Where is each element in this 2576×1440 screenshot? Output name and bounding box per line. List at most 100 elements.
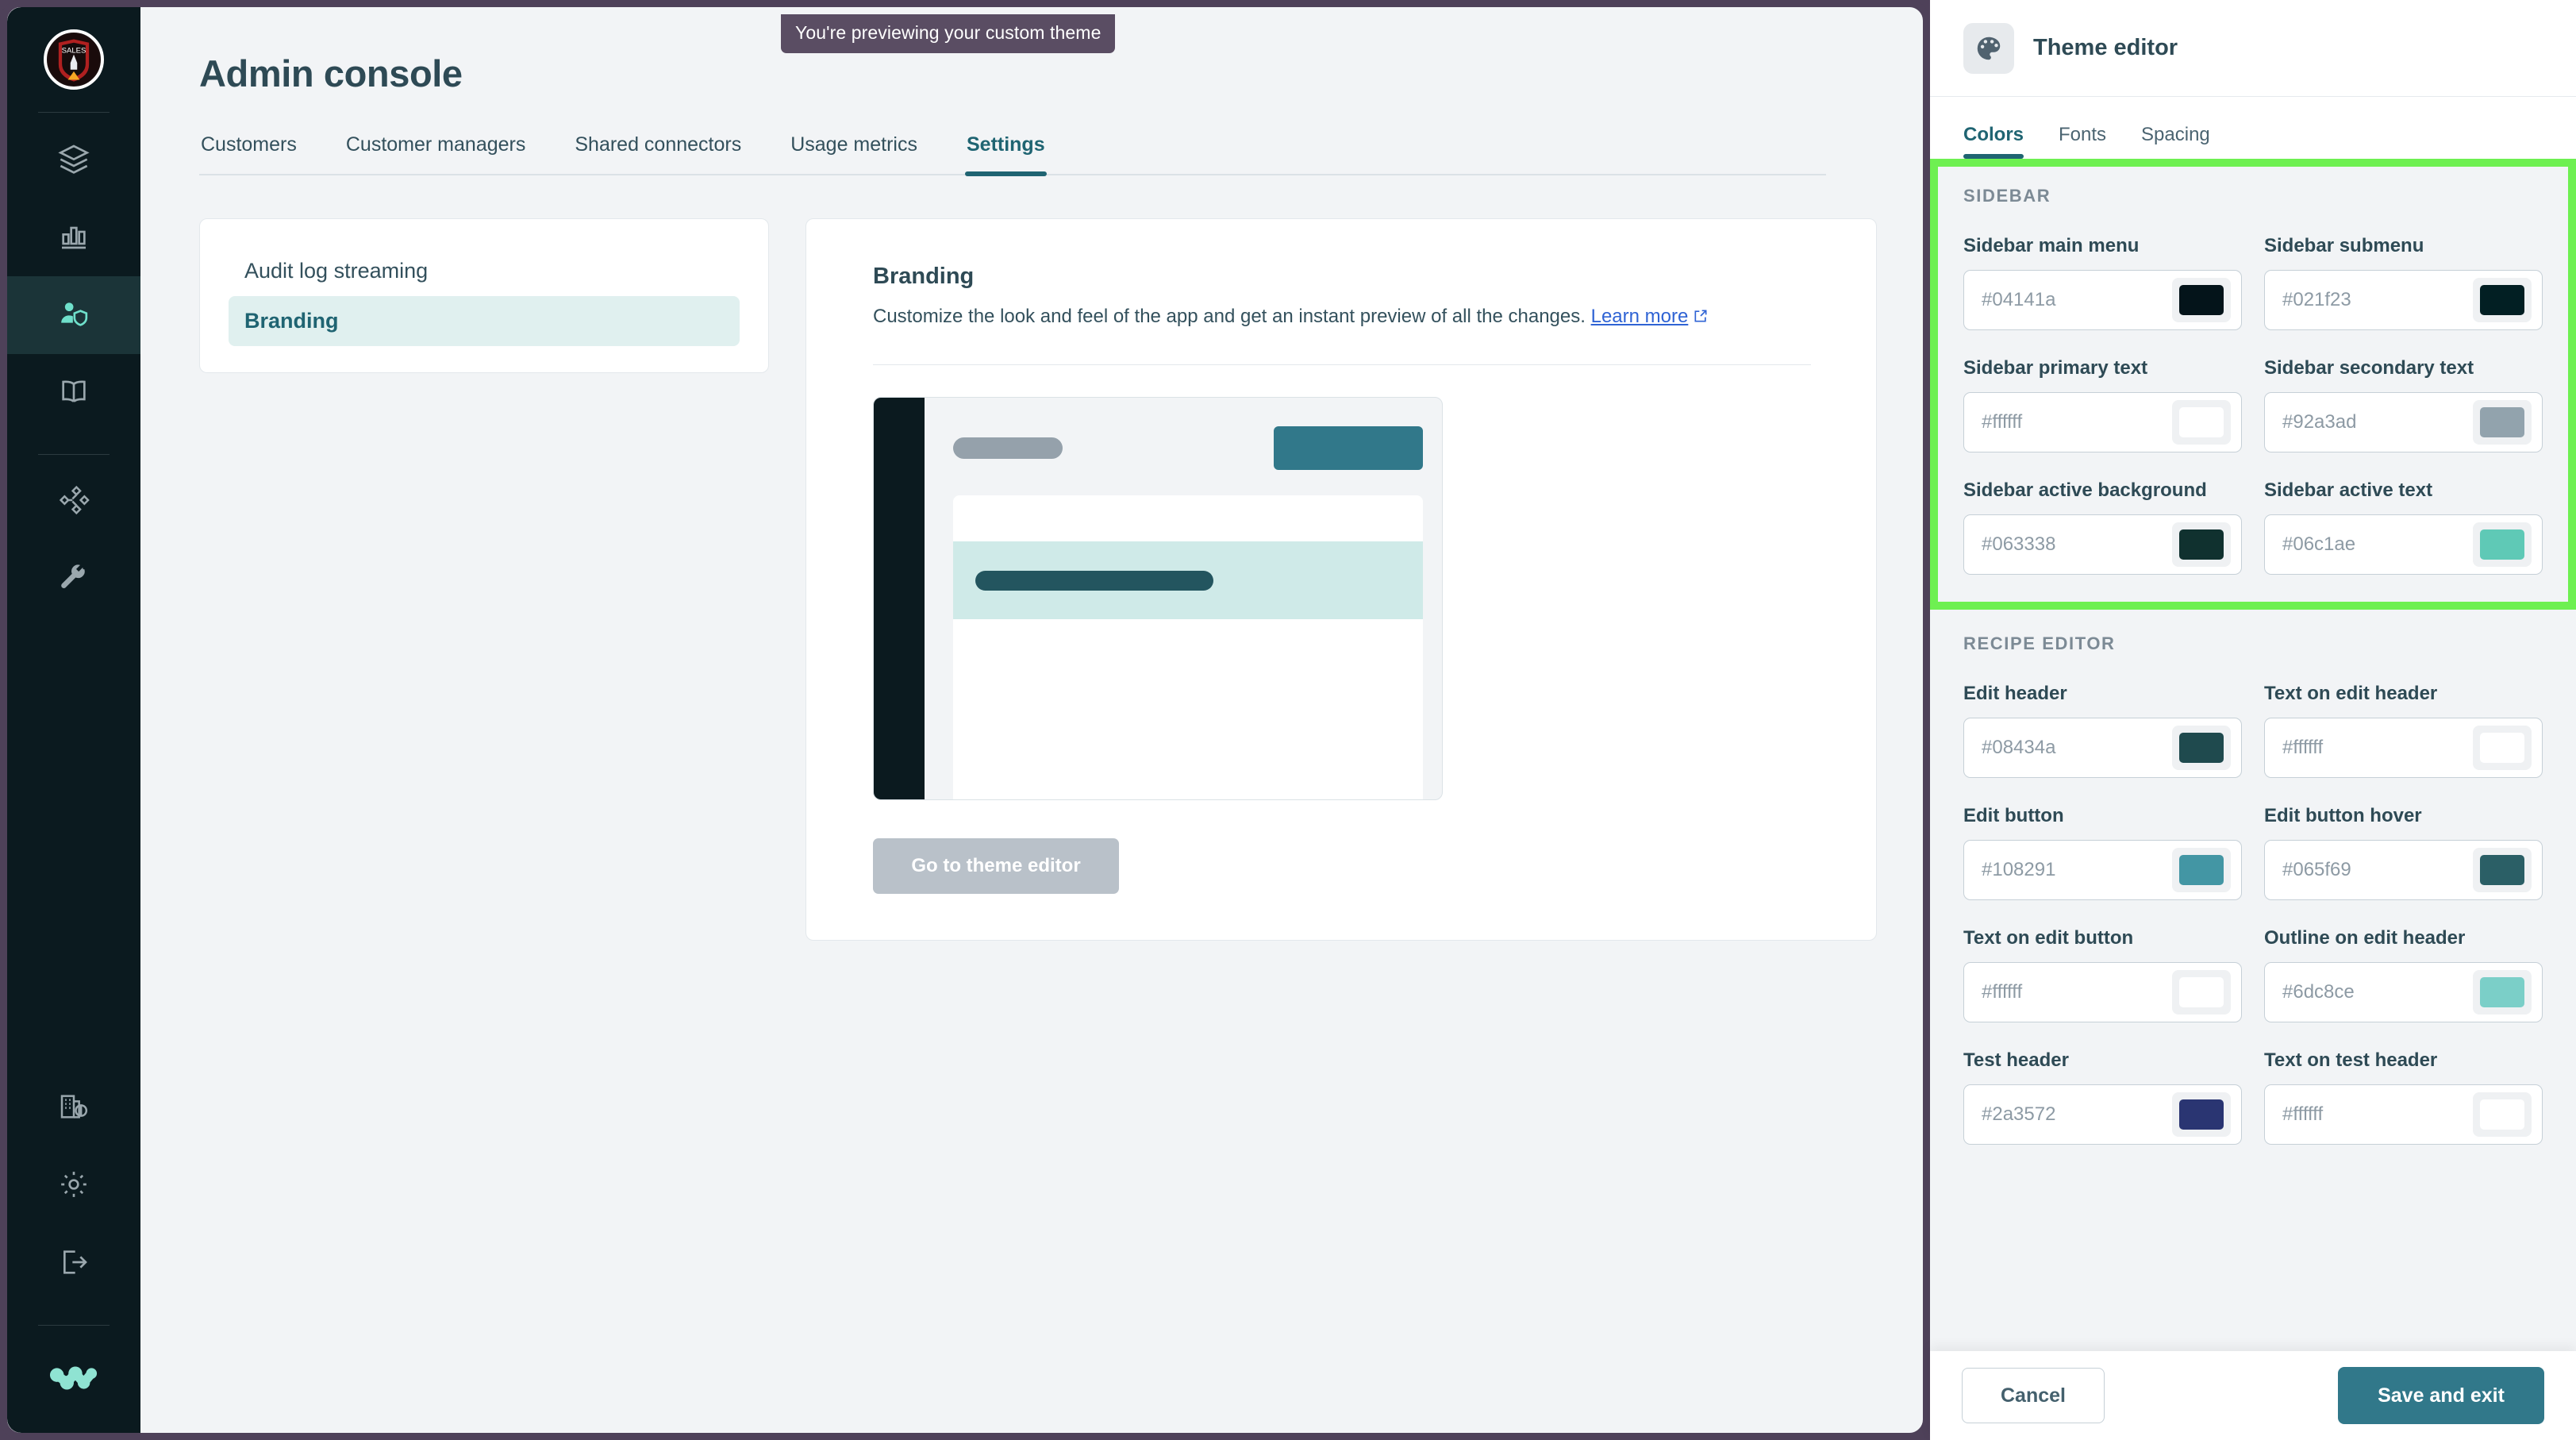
color-swatch (2480, 1099, 2524, 1130)
color-input[interactable]: #108291 (1963, 840, 2242, 900)
color-input[interactable]: #ffffff (2264, 718, 2543, 778)
sidebar-item-connections[interactable] (7, 463, 140, 541)
tab-customer-managers[interactable]: Customer managers (344, 133, 527, 174)
color-field-sidebar-active-text: Sidebar active text #06c1ae (2264, 479, 2543, 575)
mock-body (925, 398, 1442, 799)
color-input[interactable]: #065f69 (2264, 840, 2543, 900)
learn-more-label: Learn more (1591, 306, 1689, 327)
field-label: Text on test header (2264, 1049, 2543, 1072)
sidebar-item-workspace-admin[interactable] (7, 1069, 140, 1147)
color-swatch (2480, 855, 2524, 885)
color-value: #ffffff (1982, 981, 2022, 1003)
color-input[interactable]: #2a3572 (1963, 1084, 2242, 1145)
color-input[interactable]: #04141a (1963, 270, 2242, 330)
color-swatch-button[interactable] (2473, 1092, 2532, 1137)
color-swatch-button[interactable] (2473, 400, 2532, 445)
color-value: #063338 (1982, 533, 2055, 556)
color-field-text-on-edit-header: Text on edit header #ffffff (2264, 683, 2543, 778)
theme-editor-header: Theme editor (1930, 0, 2576, 97)
share-nodes-icon (58, 484, 90, 520)
theme-editor-title: Theme editor (2033, 35, 2178, 61)
color-field-text-on-edit-button: Text on edit button #ffffff (1963, 927, 2242, 1022)
save-and-exit-button[interactable]: Save and exit (2338, 1367, 2544, 1424)
color-swatch-button[interactable] (2172, 1092, 2231, 1137)
user-shield-icon (58, 298, 90, 333)
sales-rocket-badge-icon: SALES (47, 33, 101, 87)
color-input[interactable]: #ffffff (1963, 962, 2242, 1022)
tab-spacing[interactable]: Spacing (2141, 124, 2210, 159)
color-swatch (2179, 733, 2224, 763)
sidebar-item-settings[interactable] (7, 1147, 140, 1225)
color-swatch-button[interactable] (2172, 848, 2231, 892)
tab-colors[interactable]: Colors (1963, 124, 2024, 159)
sidebar-item-projects[interactable] (7, 121, 140, 198)
tab-customers[interactable]: Customers (199, 133, 298, 174)
theme-editor-footer: Cancel Save and exit (1930, 1351, 2576, 1440)
branding-title: Branding (873, 264, 1809, 290)
color-field-sidebar-active-background: Sidebar active background #063338 (1963, 479, 2242, 575)
page-title: Admin console (199, 52, 1923, 95)
field-label: Edit button hover (2264, 805, 2543, 827)
color-swatch (2179, 1099, 2224, 1130)
cancel-button[interactable]: Cancel (1962, 1368, 2105, 1423)
color-value: #2a3572 (1982, 1103, 2055, 1126)
settings-menu-card: Audit log streaming Branding (199, 218, 769, 373)
color-swatch-button[interactable] (2172, 726, 2231, 770)
tab-settings[interactable]: Settings (965, 133, 1047, 174)
sidebar-item-logout[interactable] (7, 1225, 140, 1303)
settings-menu-item-branding[interactable]: Branding (229, 296, 740, 346)
color-swatch (2179, 285, 2224, 315)
mock-active-row (953, 541, 1423, 619)
settings-menu-item-audit-log-streaming[interactable]: Audit log streaming (229, 246, 740, 296)
workato-logo (49, 1361, 98, 1400)
external-link-icon (1693, 307, 1709, 329)
go-to-theme-editor-button[interactable]: Go to theme editor (873, 838, 1119, 894)
color-swatch-button[interactable] (2172, 400, 2231, 445)
color-field-edit-header: Edit header #08434a (1963, 683, 2242, 778)
workspace-avatar[interactable]: SALES (44, 29, 104, 90)
color-swatch-button[interactable] (2172, 522, 2231, 567)
color-swatch-button[interactable] (2473, 970, 2532, 1015)
tab-shared-connectors[interactable]: Shared connectors (573, 133, 743, 174)
color-input[interactable]: #08434a (1963, 718, 2242, 778)
left-nav-rail: SALES (7, 7, 140, 1433)
field-label: Text on edit button (1963, 927, 2242, 949)
sidebar-item-library[interactable] (7, 354, 140, 432)
color-value: #92a3ad (2282, 411, 2356, 433)
logout-icon (58, 1246, 90, 1282)
section-sidebar-label: SIDEBAR (1963, 186, 2543, 206)
color-swatch-button[interactable] (2473, 278, 2532, 322)
primary-tabs: Customers Customer managers Shared conne… (199, 133, 1826, 175)
color-input[interactable]: #ffffff (1963, 392, 2242, 452)
sidebar-item-insights[interactable] (7, 198, 140, 276)
branding-divider (873, 364, 1811, 365)
tab-fonts[interactable]: Fonts (2059, 124, 2106, 159)
color-swatch (2480, 529, 2524, 560)
section-recipe-editor-label: RECIPE EDITOR (1963, 633, 2543, 654)
color-input[interactable]: #6dc8ce (2264, 962, 2543, 1022)
color-input[interactable]: #021f23 (2264, 270, 2543, 330)
color-swatch-button[interactable] (2172, 278, 2231, 322)
mock-active-row-line (975, 571, 1213, 591)
color-value: #065f69 (2282, 859, 2351, 881)
palette-icon (1963, 23, 2014, 74)
tab-usage-metrics[interactable]: Usage metrics (789, 133, 919, 174)
color-input[interactable]: #063338 (1963, 514, 2242, 575)
learn-more-link[interactable]: Learn more (1591, 306, 1689, 327)
color-field-sidebar-secondary-text: Sidebar secondary text #92a3ad (2264, 357, 2543, 452)
field-label: Sidebar main menu (1963, 235, 2242, 257)
color-input[interactable]: #06c1ae (2264, 514, 2543, 575)
sidebar-item-tools[interactable] (7, 541, 140, 618)
color-input[interactable]: #ffffff (2264, 1084, 2543, 1145)
field-label: Sidebar secondary text (2264, 357, 2543, 379)
color-input[interactable]: #92a3ad (2264, 392, 2543, 452)
color-swatch-button[interactable] (2172, 970, 2231, 1015)
color-swatch (2480, 407, 2524, 437)
theme-editor-scroll-area[interactable]: SIDEBAR Sidebar main menu #04141a Sideba… (1930, 159, 2576, 1351)
color-swatch-button[interactable] (2473, 522, 2532, 567)
sidebar-item-admin-console[interactable] (7, 276, 140, 354)
mock-title-placeholder (953, 437, 1063, 459)
color-swatch-button[interactable] (2473, 726, 2532, 770)
color-swatch-button[interactable] (2473, 848, 2532, 892)
screen: SALES (0, 0, 2576, 1440)
